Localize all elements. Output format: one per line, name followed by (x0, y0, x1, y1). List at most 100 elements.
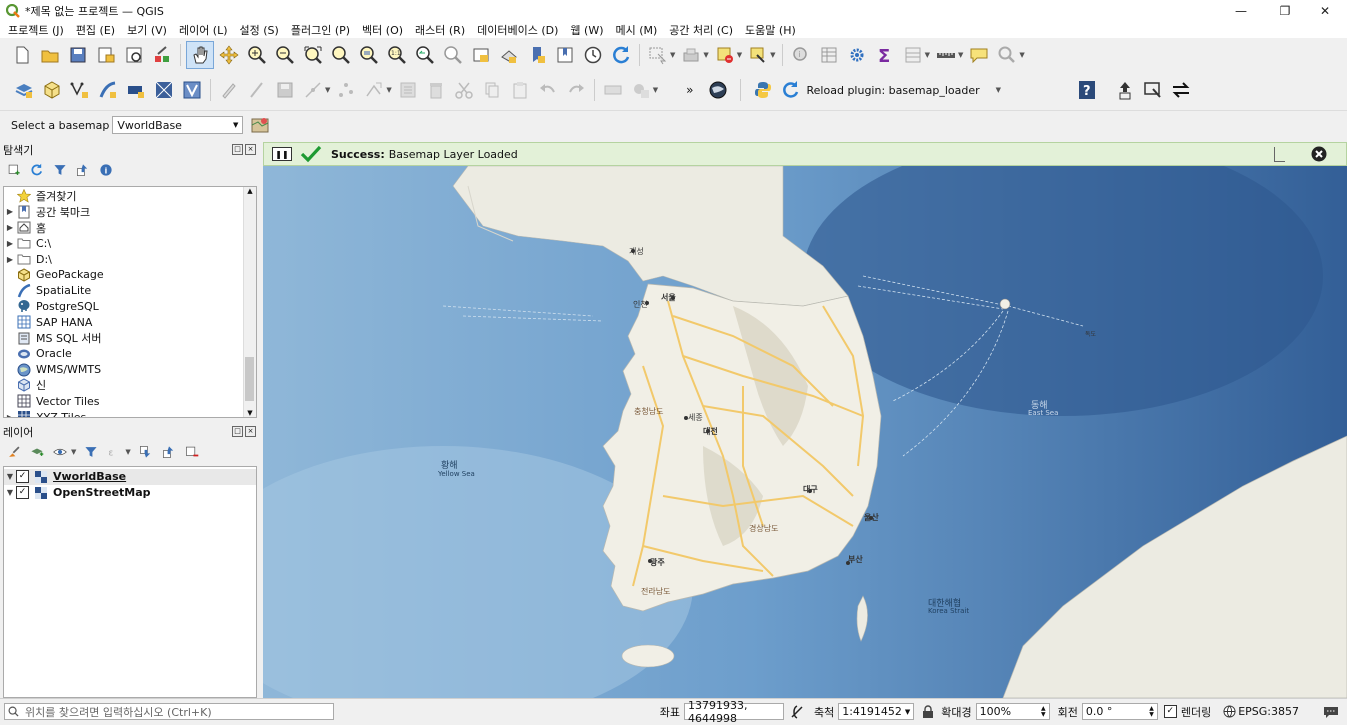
lock-scale-icon[interactable] (922, 705, 934, 718)
attribute-table-button[interactable] (816, 42, 842, 68)
vertex-tool-dropdown-button[interactable] (361, 77, 387, 103)
select-location-button[interactable] (745, 42, 771, 68)
dropdown-arrow-icon[interactable]: ▼ (770, 51, 775, 59)
new-temporary-layer-button[interactable] (179, 77, 205, 103)
reload-plugin-label[interactable]: Reload plugin: basemap_loader (807, 84, 980, 97)
dropdown-arrow-icon[interactable]: ▼ (386, 86, 391, 94)
new-geopackage-layer-button[interactable] (39, 77, 65, 103)
filter-expression-button[interactable]: ε (105, 443, 123, 461)
new-3d-view-button[interactable] (496, 42, 522, 68)
layer-visibility-checkbox[interactable]: ✓ (16, 486, 29, 500)
expand-arrow-icon[interactable]: ▶ (4, 239, 16, 248)
new-mesh-layer-button[interactable] (151, 77, 177, 103)
paste-features-button[interactable] (507, 77, 533, 103)
dropdown-arrow-icon[interactable]: ▼ (653, 86, 658, 94)
manage-themes-button[interactable] (51, 443, 69, 461)
scale-combo[interactable]: 1:4191452 ▼ (838, 703, 915, 720)
pan-to-selection-button[interactable] (216, 42, 242, 68)
reload-plugin-dropdown-icon[interactable]: ▼ (996, 86, 1001, 94)
float-panel-icon[interactable]: □ (232, 426, 243, 437)
dropdown-arrow-icon[interactable]: ▼ (958, 51, 963, 59)
browser-item[interactable]: GeoPackage (4, 267, 256, 283)
layer-row-openstreetmap[interactable]: ▼ ✓ OpenStreetMap (4, 485, 256, 501)
expand-arrow-icon[interactable]: ▶ (4, 413, 16, 417)
temporal-controller-button[interactable] (580, 42, 606, 68)
browser-item[interactable]: SpatiaLite (4, 283, 256, 299)
close-panel-icon[interactable]: × (245, 426, 256, 437)
dropdown-arrow-icon[interactable]: ▼ (125, 448, 130, 456)
maximize-button[interactable]: ❐ (1263, 0, 1307, 22)
zoom-last-button[interactable] (412, 42, 438, 68)
dropdown-arrow-icon[interactable]: ▼ (71, 448, 76, 456)
crs-button[interactable]: EPSG:3857 (1238, 705, 1299, 718)
magnifier-spinbox[interactable]: 100% ▲ ▼ (975, 703, 1050, 720)
identify-features-button[interactable] (645, 42, 671, 68)
deselect-button[interactable] (712, 42, 738, 68)
rotation-spinbox[interactable]: 0.0 ° ▲ ▼ (1081, 703, 1158, 720)
browser-item[interactable]: 신 (4, 378, 256, 394)
menu-vector[interactable]: 벡터 (O) (356, 22, 409, 38)
browser-item[interactable]: ▶ 홈 (4, 220, 256, 236)
zoom-full-button[interactable] (300, 42, 326, 68)
zoom-next-button[interactable] (440, 42, 466, 68)
expand-arrow-icon[interactable]: ▶ (4, 255, 16, 264)
menu-settings[interactable]: 설정 (S) (234, 22, 285, 38)
coordinate-field[interactable]: 13791933, 4644998 (683, 699, 784, 725)
statistics-button[interactable]: Σ (872, 42, 898, 68)
pan-map-button[interactable] (186, 41, 214, 69)
browser-item[interactable]: PostgreSQL (4, 299, 256, 315)
toolbar-overflow[interactable]: » (686, 83, 693, 97)
new-print-layout-button[interactable] (93, 42, 119, 68)
dropdown-arrow-icon[interactable]: ▼ (737, 51, 742, 59)
modify-attributes-button[interactable] (395, 77, 421, 103)
browser-scrollbar[interactable]: ▲ ▼ (243, 187, 256, 417)
close-window-button[interactable]: ✕ (1303, 0, 1347, 22)
browser-item[interactable]: MS SQL 서버 (4, 330, 256, 346)
browser-item[interactable]: Vector Tiles (4, 393, 256, 409)
browser-refresh-button[interactable] (28, 161, 46, 179)
locator-search-input[interactable]: 위치를 찾으려면 입력하십시오 (Ctrl+K) (4, 703, 334, 720)
menu-edit[interactable]: 편집 (E) (70, 22, 121, 38)
plugin-swap-button[interactable] (1168, 77, 1194, 103)
style-manager-button[interactable] (149, 42, 175, 68)
browser-item[interactable]: ▶ D:\ (4, 251, 256, 267)
minimize-button[interactable]: — (1219, 0, 1263, 22)
dropdown-arrow-icon[interactable]: ▼ (670, 51, 675, 59)
new-project-button[interactable] (9, 42, 35, 68)
plugin-globe-button[interactable] (705, 77, 731, 103)
new-map-view-button[interactable] (468, 42, 494, 68)
identify-button[interactable]: i (788, 42, 814, 68)
toggle-extents-icon[interactable] (790, 704, 804, 719)
pause-icon[interactable]: ❚❚ (272, 147, 292, 161)
zoom-out-button[interactable] (272, 42, 298, 68)
save-edits-button[interactable] (272, 77, 298, 103)
dropdown-arrow-icon[interactable]: ▼ (703, 51, 708, 59)
processing-toolbox-button[interactable] (844, 42, 870, 68)
render-checkbox[interactable]: ✓ (1163, 705, 1177, 718)
collapse-all-button[interactable] (160, 443, 178, 461)
new-shapefile-layer-button[interactable] (67, 77, 93, 103)
current-edits-button[interactable] (216, 77, 242, 103)
menu-database[interactable]: 데이터베이스 (D) (471, 22, 564, 38)
message-drag-handle[interactable] (1274, 147, 1285, 162)
menu-plugins[interactable]: 플러그인 (P) (285, 22, 356, 38)
save-project-button[interactable] (65, 42, 91, 68)
browser-item[interactable]: ▶ C:\ (4, 235, 256, 251)
expand-arrow-icon[interactable]: ▶ (4, 223, 16, 232)
menu-project[interactable]: 프로젝트 (J) (0, 22, 70, 38)
map-canvas[interactable]: 황해 Yellow Sea 동해 East Sea 대한해협 Korea Str… (263, 166, 1347, 698)
add-group-button[interactable] (28, 443, 46, 461)
zoom-to-selection-button[interactable] (328, 42, 354, 68)
scrollbar-thumb[interactable] (245, 357, 254, 401)
browser-item[interactable]: ▶ XYZ Tiles (4, 409, 256, 417)
browser-item[interactable]: Oracle (4, 346, 256, 362)
collapse-arrow-icon[interactable]: ▼ (4, 472, 16, 481)
copy-features-button[interactable] (479, 77, 505, 103)
open-project-button[interactable] (37, 42, 63, 68)
browser-item[interactable]: ▶ 공간 북마크 (4, 204, 256, 220)
delete-selected-button[interactable] (423, 77, 449, 103)
map-tips-button[interactable] (966, 42, 992, 68)
data-source-manager-button[interactable] (11, 77, 37, 103)
expand-all-button[interactable] (137, 443, 155, 461)
locator-button[interactable] (994, 42, 1020, 68)
